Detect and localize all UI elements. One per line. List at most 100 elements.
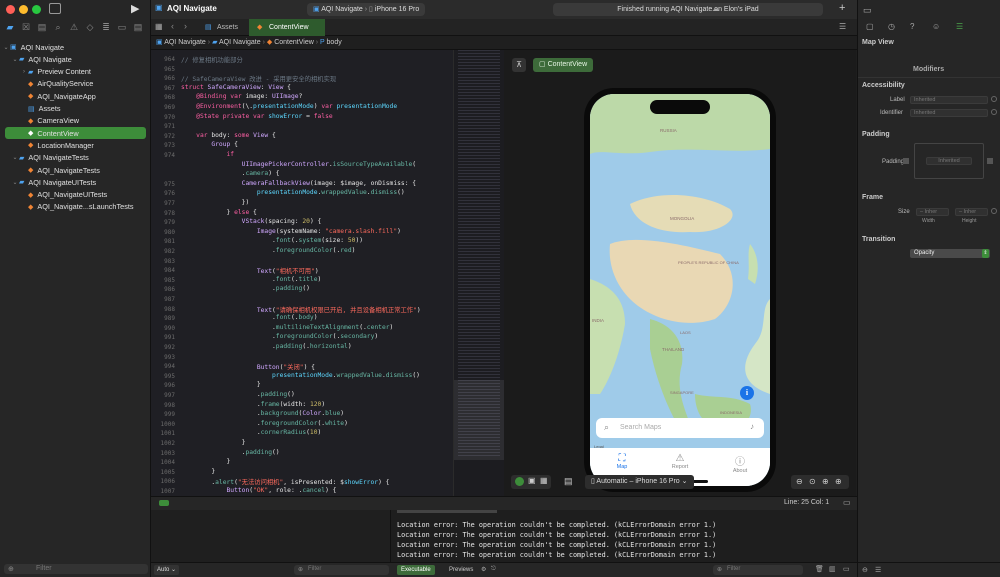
sidebar-item[interactable]: › ▰ Preview Content — [0, 66, 151, 78]
zoom-fit-icon[interactable]: ⊙ — [809, 475, 816, 489]
symbol-navigator-icon[interactable]: ▤ — [36, 21, 48, 33]
trash-icon[interactable]: 🗑 — [815, 565, 824, 573]
scheme-selector[interactable]: ▣ AQI Navigate › ▯ iPhone 16 Pro — [307, 3, 426, 16]
share-icon[interactable]: ⎋ — [491, 566, 496, 573]
back-button[interactable]: ‹ — [171, 21, 174, 31]
layout-icon[interactable]: ▭ — [843, 498, 851, 507]
info-icon[interactable]: i — [740, 386, 754, 400]
identifier-field[interactable]: Inherited — [910, 109, 988, 117]
label-toggle[interactable] — [991, 96, 997, 102]
debug-navigator-icon[interactable]: ≣ — [100, 21, 112, 33]
padding-leading-toggle[interactable] — [903, 158, 909, 164]
code-line[interactable]: .foregroundColor(.white) — [181, 420, 348, 427]
code-line[interactable]: UIImagePickerController.isSourceTypeAvai… — [181, 161, 416, 168]
variables-filter[interactable]: ⊕ Filter — [294, 565, 389, 575]
code-line[interactable]: .font(.body) — [181, 314, 318, 321]
related-items-icon[interactable]: ▦ — [155, 22, 163, 31]
code-line[interactable]: } else { — [181, 209, 256, 216]
tab-map[interactable]: ⛶ Map — [604, 453, 640, 470]
device-selector[interactable]: ▯ Automatic – iPhone 16 Pro ⌄ — [585, 475, 694, 489]
variants-icon[interactable]: ▦ — [540, 476, 548, 485]
code-line[interactable]: .font(.title) — [181, 276, 321, 283]
zoom-actual-icon[interactable]: ⊕ — [822, 475, 829, 489]
zoom-in-icon[interactable]: ⊕ — [835, 475, 842, 489]
code-line[interactable]: presentationMode.wrappedValue.dismiss() — [181, 189, 405, 196]
editor-options-icon[interactable]: ☰ — [839, 22, 846, 31]
forward-button[interactable]: › — [184, 21, 187, 31]
code-line[interactable]: .camera) { — [181, 170, 280, 177]
code-line[interactable]: @Binding var image: UIImage? — [181, 93, 302, 100]
split-view-icon[interactable]: ▥ — [829, 565, 836, 573]
source-control-icon[interactable]: ☒ — [20, 21, 32, 33]
disclosure-icon[interactable]: ⌄ — [2, 44, 10, 51]
list-icon[interactable]: ☰ — [875, 566, 881, 574]
find-navigator-icon[interactable]: ⌕ — [52, 21, 64, 33]
code-line[interactable]: .background(Color.blue) — [181, 410, 344, 417]
sidebar-item[interactable]: ◆ AQI_NavigateUITests — [0, 189, 151, 201]
code-line[interactable]: .font(.system(size: 50)) — [181, 237, 363, 244]
pin-icon[interactable]: ⊼ — [512, 58, 526, 72]
disclosure-icon[interactable]: ⌄ — [11, 179, 19, 186]
tab-contentview[interactable]: ◆ ContentView — [249, 19, 325, 36]
navigator-filter-field[interactable]: ⊕ Filter — [4, 564, 148, 574]
code-line[interactable]: .foregroundColor(.red) — [181, 247, 355, 254]
sidebar-item[interactable]: ◆ CameraView — [0, 115, 151, 127]
code-line[interactable]: // 修复相机功能部分 — [181, 55, 243, 64]
code-line[interactable]: CameraFallbackView(image: $image, onDism… — [181, 180, 416, 187]
breakpoint-navigator-icon[interactable]: ▭ — [116, 21, 128, 33]
code-line[interactable]: presentationMode.wrappedValue.dismiss() — [181, 372, 420, 379]
transition-select[interactable]: Opacity ⇕ — [910, 249, 990, 258]
sidebar-item[interactable]: ◆ AQI_NavigateTests — [0, 164, 151, 176]
tab-assets[interactable]: ▤ Assets — [197, 19, 249, 36]
code-line[interactable]: VStack(spacing: 20) { — [181, 218, 322, 225]
debug-area-toggle[interactable] — [159, 500, 169, 506]
folder-navigator-icon[interactable]: ▰ — [4, 21, 16, 33]
settings-icon[interactable]: ⚙ — [481, 566, 486, 573]
history-inspector-icon[interactable]: ◷ — [888, 22, 895, 31]
frame-toggle[interactable] — [991, 208, 997, 214]
tab-about[interactable]: ⓘ About — [722, 453, 758, 474]
code-line[interactable]: }) — [181, 199, 250, 206]
run-button[interactable]: ▶ — [131, 2, 139, 15]
code-line[interactable]: .multilineTextAlignment(.center) — [181, 324, 393, 331]
code-line[interactable]: if — [181, 151, 235, 158]
code-line[interactable]: Image(systemName: "camera.slash.fill") — [181, 228, 401, 235]
sidebar-item[interactable]: ⌄ ▰ AQI Navigate — [0, 53, 151, 65]
minimize-window-button[interactable] — [19, 5, 28, 14]
disclosure-icon[interactable]: ⌄ — [11, 56, 19, 63]
executable-tab[interactable]: Executable — [397, 565, 435, 575]
width-field[interactable]: – Inher — [916, 208, 949, 216]
sidebar-item[interactable]: ◆ LocationManager — [0, 139, 151, 151]
selectable-mode-icon[interactable]: ▣ — [528, 476, 536, 485]
disclosure-icon[interactable]: › — [20, 69, 28, 75]
code-line[interactable]: .padding(.horizontal) — [181, 343, 352, 350]
report-navigator-icon[interactable]: ▤ — [132, 21, 144, 33]
device-settings-icon[interactable]: ▤ — [564, 476, 573, 487]
identifier-toggle[interactable] — [991, 109, 997, 115]
padding-field[interactable]: Inherited — [926, 157, 972, 165]
disclosure-icon[interactable]: ⌄ — [11, 154, 19, 161]
minus-icon[interactable]: ⊖ — [862, 566, 868, 574]
previews-tab[interactable]: Previews — [445, 565, 477, 575]
code-line[interactable]: @State private var showError = false — [181, 113, 333, 120]
code-line[interactable]: // SafeCameraView 改进 - 采用更安全的相机实现 — [181, 74, 336, 83]
console-filter[interactable]: ⊕ Filter — [713, 565, 803, 575]
panel-toggle-icon[interactable]: ▭ — [843, 565, 850, 573]
code-line[interactable]: struct SafeCameraView: View { — [181, 84, 291, 91]
code-line[interactable]: @Environment(\.presentationMode) var pre… — [181, 103, 397, 110]
code-line[interactable]: Button("关闭") { — [181, 362, 315, 371]
jump-folder[interactable]: AQI Navigate — [219, 39, 261, 46]
zoom-out-icon[interactable]: ⊖ — [796, 475, 803, 489]
file-inspector-icon[interactable]: ▢ — [866, 22, 874, 31]
height-field[interactable]: – Inher — [955, 208, 988, 216]
code-line[interactable]: .padding() — [181, 285, 310, 292]
label-field[interactable]: Inherited — [910, 96, 988, 104]
code-line[interactable]: .alert("无法访问相机", isPresented: $showError… — [181, 477, 389, 486]
inspector-toggle-icon[interactable]: ▭ — [863, 5, 872, 16]
preview-chip[interactable]: ▢ ContentView — [533, 58, 594, 72]
issue-navigator-icon[interactable]: ⚠ — [68, 21, 80, 33]
minimap-viewport[interactable] — [454, 380, 505, 460]
live-preview-button[interactable] — [515, 477, 524, 486]
source-editor[interactable]: 964 // 修复相机功能部分 965 966 // SafeCameraView 改进… — [151, 50, 453, 496]
jump-symbol[interactable]: body — [327, 39, 342, 46]
